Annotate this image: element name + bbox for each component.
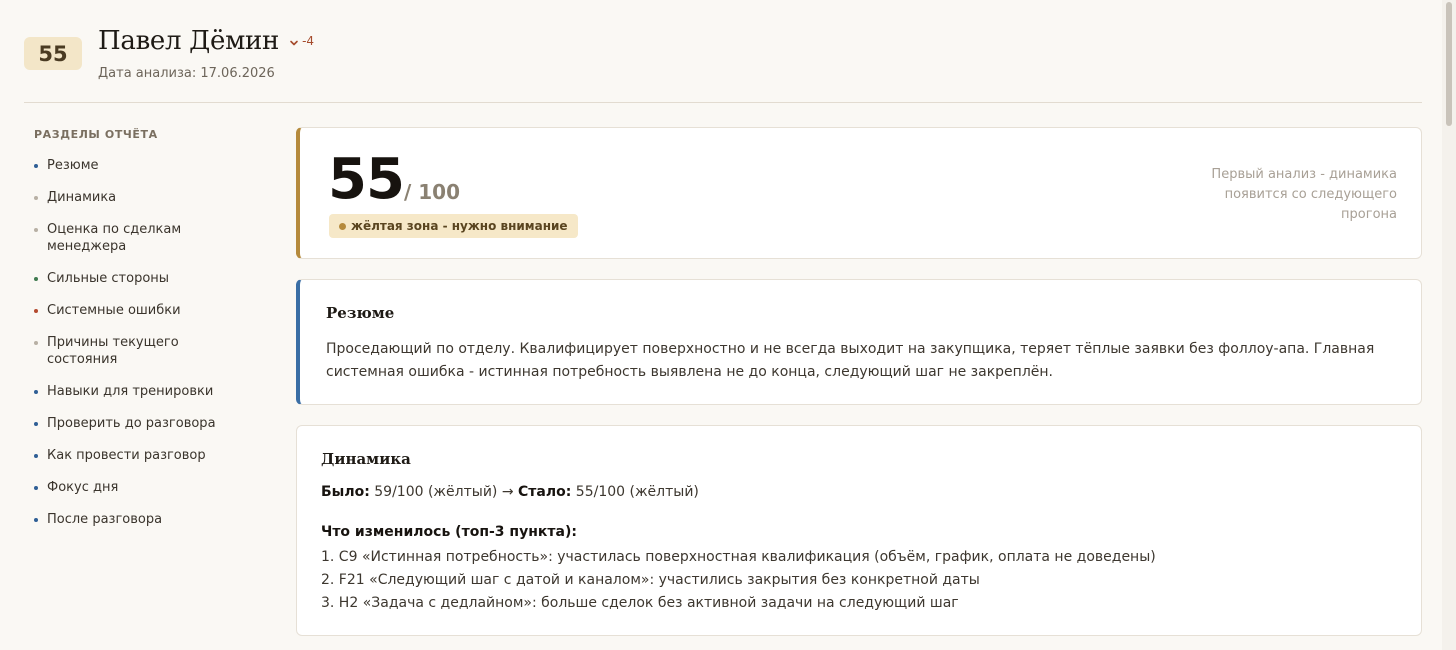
sidebar-item[interactable]: Оценка по сделкам менеджера xyxy=(34,221,217,255)
bullet-dot-icon xyxy=(34,341,38,345)
sidebar-item[interactable]: Системные ошибки xyxy=(34,302,217,319)
chevron-down-icon[interactable] xyxy=(289,38,299,48)
dynamics-title: Динамика xyxy=(321,450,411,468)
score-badge: 55 xyxy=(24,37,82,70)
sidebar-item[interactable]: Как провести разговор xyxy=(34,447,217,464)
bullet-dot-icon xyxy=(34,277,38,281)
sidebar-item[interactable]: Проверить до разговора xyxy=(34,415,217,432)
score-value: 55 xyxy=(328,147,405,212)
changes-list: 1. C9 «Истинная потребность»: участилась… xyxy=(321,546,1156,615)
scrollbar-thumb[interactable] xyxy=(1446,2,1452,126)
resume-text: Проседающий по отделу. Квалифицирует пов… xyxy=(326,341,1375,380)
bullet-dot-icon xyxy=(34,309,38,313)
sidebar-item[interactable]: Фокус дня xyxy=(34,479,217,496)
sidebar-item[interactable]: Резюме xyxy=(34,157,217,174)
score-card: 55 / 100 жёлтая зона - нужно внимание Пе… xyxy=(296,127,1422,259)
page-scrollbar[interactable] xyxy=(1442,0,1456,650)
resume-card: Резюме Проседающий по отделу. Квалифицир… xyxy=(296,279,1422,405)
bullet-dot-icon xyxy=(34,228,38,232)
sidebar-item[interactable]: Сильные стороны xyxy=(34,270,217,287)
report-header: 55 Павел Дёмин -4 Дата анализа: 17.06.20… xyxy=(24,26,1422,103)
bullet-dot-icon xyxy=(34,422,38,426)
was-value: 59/100 (жёлтый) → xyxy=(374,484,514,500)
sidebar-item-label: После разговора xyxy=(47,512,163,527)
bullet-dot-icon xyxy=(34,454,38,458)
bullet-dot-icon xyxy=(34,390,38,394)
dynamics-card: Динамика Было: 59/100 (жёлтый) → Стало: … xyxy=(296,425,1422,636)
manager-name: Павел Дёмин xyxy=(98,26,280,56)
bullet-dot-icon xyxy=(34,196,38,200)
sidebar-item[interactable]: Динамика xyxy=(34,189,217,206)
sidebar-item[interactable]: Причины текущего состояния xyxy=(34,334,217,368)
sidebar-item[interactable]: Навыки для тренировки xyxy=(34,383,217,400)
sidebar-item-label: Динамика xyxy=(47,190,117,205)
sidebar-list: Резюме Динамика Оценка по сделкам менеджер… xyxy=(34,157,254,528)
changes-title: Что изменилось (топ-3 пункта): xyxy=(321,524,577,540)
manager-name-row: Павел Дёмин -4 xyxy=(98,26,314,56)
bullet-dot-icon xyxy=(34,486,38,490)
now-label: Стало: xyxy=(518,484,572,500)
sidebar-item-label: Как провести разговор xyxy=(47,448,206,463)
was-label: Было: xyxy=(321,484,370,500)
change-item: 2. F21 «Следующий шаг с датой и каналом»… xyxy=(321,572,980,588)
change-item: 3. H2 «Задача с дедлайном»: больше сдело… xyxy=(321,595,959,611)
zone-badge: жёлтая зона - нужно внимание xyxy=(329,214,578,238)
resume-title: Резюме xyxy=(326,304,395,322)
bullet-dot-icon xyxy=(34,164,38,168)
score-delta: -4 xyxy=(302,34,315,48)
zone-label: жёлтая зона - нужно внимание xyxy=(351,219,568,233)
first-analysis-note: Первый анализ - динамика появится со сле… xyxy=(1211,167,1397,222)
change-item: 1. C9 «Истинная потребность»: участилась… xyxy=(321,549,1156,565)
score-change-line: Было: 59/100 (жёлтый) → Стало: 55/100 (ж… xyxy=(321,484,699,500)
sidebar-item-label: Фокус дня xyxy=(47,480,119,495)
sidebar-item-label: Резюме xyxy=(47,158,99,173)
bullet-dot-icon xyxy=(34,518,38,522)
sidebar-title: РАЗДЕЛЫ ОТЧЁТА xyxy=(34,128,158,141)
sidebar-item-label: Оценка по сделкам менеджера xyxy=(47,222,182,254)
sidebar-item-label: Проверить до разговора xyxy=(47,416,216,431)
sidebar-item-label: Сильные стороны xyxy=(47,271,170,286)
sidebar-item[interactable]: После разговора xyxy=(34,511,217,528)
report-sections-nav: РАЗДЕЛЫ ОТЧЁТА Резюме Динамика Оценка по с… xyxy=(34,128,254,543)
sidebar-item-label: Причины текущего состояния xyxy=(47,335,179,367)
now-value: 55/100 (жёлтый) xyxy=(575,484,699,500)
zone-dot-icon xyxy=(339,223,346,230)
sidebar-item-label: Системные ошибки xyxy=(47,303,181,318)
sidebar-item-label: Навыки для тренировки xyxy=(47,384,214,399)
score-max: / 100 xyxy=(404,180,461,204)
analysis-date: Дата анализа: 17.06.2026 xyxy=(98,66,275,81)
